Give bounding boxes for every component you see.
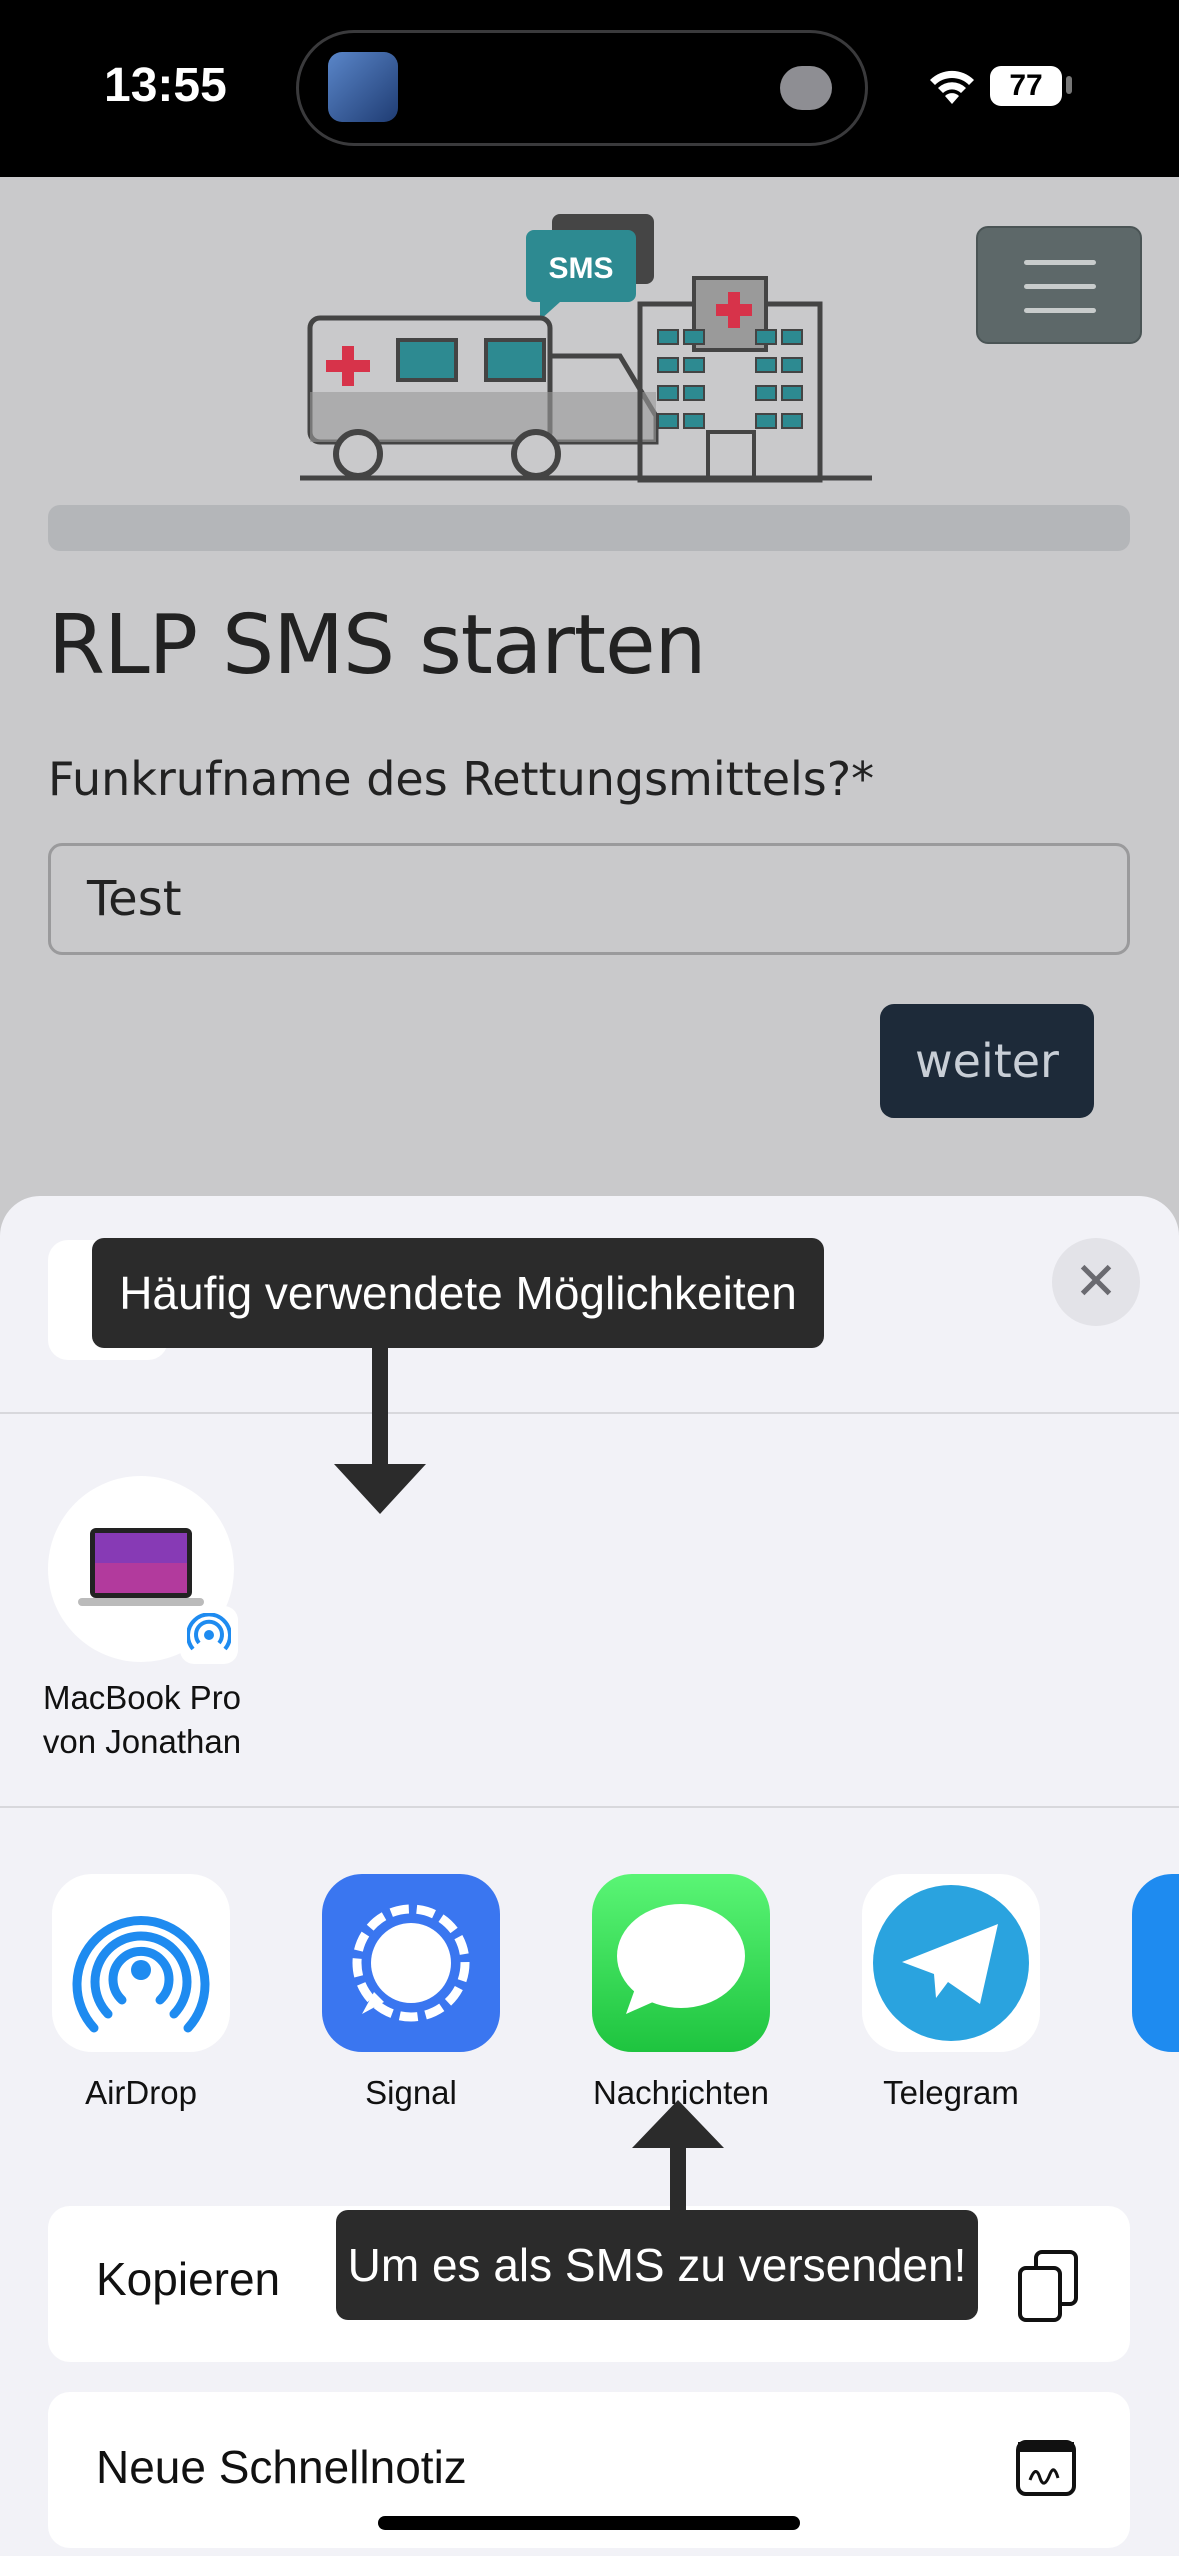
callsign-label: Funkrufname des Rettungsmittels?* bbox=[48, 752, 875, 806]
quick-note-icon bbox=[1016, 2440, 1076, 2496]
status-time: 13:55 bbox=[104, 59, 227, 112]
live-activity-indicator-icon bbox=[780, 66, 832, 110]
copy-icon bbox=[1018, 2250, 1078, 2322]
divider bbox=[0, 1412, 1179, 1414]
airdrop-app-icon[interactable] bbox=[52, 1874, 230, 2052]
app-label-signal: Signal bbox=[365, 2074, 457, 2111]
menu-icon-bar bbox=[1024, 308, 1096, 313]
battery-icon: 77 bbox=[990, 66, 1062, 106]
close-icon[interactable]: ✕ bbox=[1052, 1238, 1140, 1326]
callsign-input[interactable]: Test bbox=[48, 843, 1130, 955]
mail-app-icon[interactable] bbox=[1132, 1874, 1179, 2052]
sms-badge-text: SMS bbox=[548, 252, 613, 285]
app-label-airdrop: AirDrop bbox=[85, 2074, 197, 2111]
airdrop-badge-icon bbox=[180, 1606, 238, 1664]
copy-action-label: Kopieren bbox=[96, 2253, 281, 2305]
live-activity-app-icon[interactable] bbox=[328, 52, 398, 122]
menu-icon-bar bbox=[1024, 284, 1096, 289]
page-title: RLP SMS starten bbox=[48, 598, 706, 693]
arrow-down-icon bbox=[334, 1346, 426, 1514]
app-label-telegram: Telegram bbox=[883, 2074, 1019, 2111]
arrow-up-icon bbox=[632, 2100, 724, 2214]
frequent-options-tooltip: Häufig verwendete Möglichkeiten bbox=[92, 1238, 824, 1348]
sms-hint-tooltip: Um es als SMS zu versenden! bbox=[336, 2210, 978, 2320]
next-button[interactable]: weiter bbox=[880, 1004, 1094, 1118]
divider bbox=[0, 1806, 1179, 1808]
airdrop-device-name[interactable]: MacBook Pro von Jonathan bbox=[20, 1676, 264, 1764]
home-indicator[interactable] bbox=[378, 2516, 800, 2530]
hamburger-menu-button[interactable] bbox=[976, 226, 1142, 344]
signal-app-icon[interactable] bbox=[322, 1874, 500, 2052]
wifi-icon bbox=[930, 70, 974, 104]
telegram-app-icon[interactable] bbox=[862, 1874, 1040, 2052]
messages-app-icon[interactable] bbox=[592, 1874, 770, 2052]
quick-note-action-label: Neue Schnellnotiz bbox=[96, 2441, 467, 2493]
progress-bar bbox=[48, 505, 1130, 551]
menu-icon-bar bbox=[1024, 260, 1096, 265]
share-sheet: ✕ MacBook Pro von Jonathan AirDrop Signa… bbox=[0, 1196, 1179, 2556]
battery-tip-icon bbox=[1066, 76, 1072, 94]
ambulance-hospital-illustration: SMS bbox=[300, 214, 872, 483]
